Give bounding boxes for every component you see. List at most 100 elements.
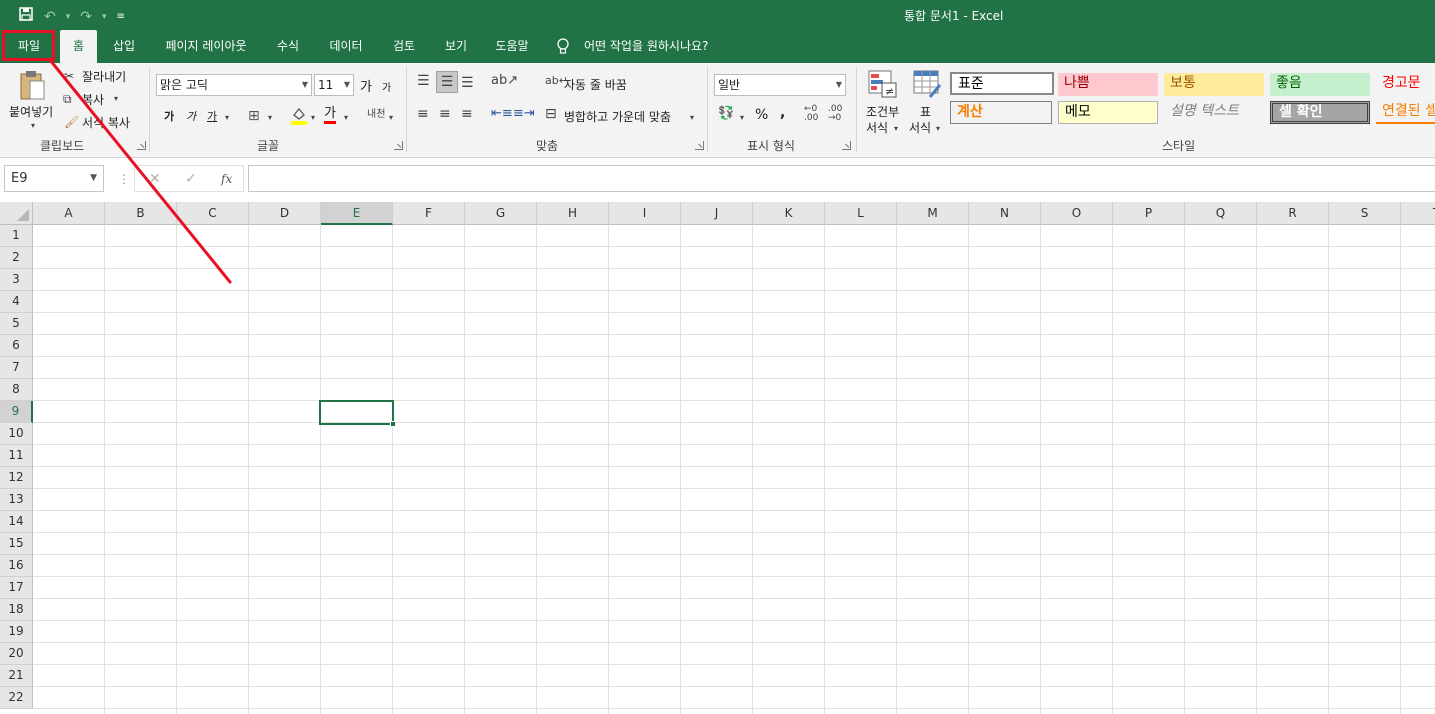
cell-grid[interactable]	[33, 225, 1435, 714]
tab-home[interactable]: 홈	[60, 30, 97, 63]
font-color-button[interactable]: 가	[324, 106, 336, 124]
format-as-table-dropdown-icon[interactable]: ▾	[936, 121, 940, 137]
column-header-f[interactable]: F	[393, 202, 465, 225]
merge-center-button[interactable]: 병합하고 가운데 맞춤	[564, 108, 671, 125]
row-header-22[interactable]: 22	[0, 687, 33, 709]
fill-color-dropdown-icon[interactable]: ▾	[311, 110, 315, 126]
cut-icon[interactable]: ✂	[64, 68, 74, 84]
format-painter-icon[interactable]: 🖌	[64, 114, 79, 130]
tab-insert[interactable]: 삽입	[104, 30, 144, 63]
insert-function-icon[interactable]: fx	[221, 171, 232, 187]
clipboard-launcher-icon[interactable]	[137, 141, 146, 150]
grow-font-button[interactable]: 가	[360, 76, 372, 95]
customize-qat-icon[interactable]: ≡	[117, 8, 125, 26]
row-header-9[interactable]: 9	[0, 401, 33, 423]
row-header-6[interactable]: 6	[0, 335, 33, 357]
fill-color-icon[interactable]	[290, 106, 308, 130]
conditional-formatting-label-bottom[interactable]: 서식	[866, 119, 888, 136]
row-header-14[interactable]: 14	[0, 511, 33, 533]
row-header-13[interactable]: 13	[0, 489, 33, 511]
conditional-formatting-icon[interactable]: ≠	[868, 69, 898, 103]
column-header-i[interactable]: I	[609, 202, 681, 225]
style-good[interactable]: 좋음	[1270, 73, 1370, 96]
decrease-indent-icon[interactable]: ⇤≡	[491, 106, 513, 122]
row-header-16[interactable]: 16	[0, 555, 33, 577]
style-explanatory[interactable]: 설명 텍스트	[1164, 101, 1264, 124]
align-top-icon[interactable]: ☰	[417, 73, 430, 89]
redo-dropdown-icon[interactable]: ▾	[102, 8, 107, 26]
style-normal[interactable]: 표준	[950, 72, 1054, 95]
column-header-l[interactable]: L	[825, 202, 897, 225]
number-format-select[interactable]: 일반 ▼	[714, 74, 846, 96]
column-header-r[interactable]: R	[1257, 202, 1329, 225]
format-as-table-label-bottom[interactable]: 서식	[909, 119, 931, 136]
align-bottom-icon[interactable]: ☰	[461, 75, 474, 91]
select-all-corner[interactable]	[0, 202, 33, 225]
style-bad[interactable]: 나쁨	[1058, 73, 1158, 96]
column-header-n[interactable]: N	[969, 202, 1041, 225]
italic-button[interactable]: 가	[186, 108, 196, 124]
active-cell-e9[interactable]	[319, 400, 394, 425]
row-header-15[interactable]: 15	[0, 533, 33, 555]
column-header-k[interactable]: K	[753, 202, 825, 225]
formula-input[interactable]	[248, 165, 1435, 192]
format-as-table-icon[interactable]	[912, 69, 942, 103]
column-header-a[interactable]: A	[33, 202, 105, 225]
row-header-10[interactable]: 10	[0, 423, 33, 445]
cut-button[interactable]: 잘라내기	[82, 68, 126, 85]
row-header-20[interactable]: 20	[0, 643, 33, 665]
currency-dropdown-icon[interactable]: ▾	[740, 110, 744, 126]
row-header-7[interactable]: 7	[0, 357, 33, 379]
font-launcher-icon[interactable]	[394, 141, 403, 150]
row-header-3[interactable]: 3	[0, 269, 33, 291]
style-warning[interactable]: 경고문	[1376, 73, 1435, 96]
undo-icon[interactable]: ↶	[44, 8, 56, 26]
copy-button[interactable]: 복사	[82, 91, 104, 108]
style-neutral[interactable]: 보통	[1164, 73, 1264, 96]
row-header-8[interactable]: 8	[0, 379, 33, 401]
copy-dropdown-icon[interactable]: ▾	[114, 91, 118, 107]
column-header-q[interactable]: Q	[1185, 202, 1257, 225]
style-linked-cell[interactable]: 연결된 셀	[1376, 101, 1435, 124]
paste-icon[interactable]	[18, 69, 48, 105]
tell-me-search[interactable]: 어떤 작업을 원하시나요?	[584, 30, 708, 63]
format-painter-button[interactable]: 서식 복사	[82, 114, 130, 131]
tab-page-layout[interactable]: 페이지 레이아웃	[156, 30, 256, 63]
border-icon[interactable]: ⊞	[248, 108, 260, 124]
align-left-icon[interactable]: ≡	[417, 106, 429, 122]
row-header-11[interactable]: 11	[0, 445, 33, 467]
enter-icon[interactable]: ✓	[185, 171, 197, 187]
row-header-19[interactable]: 19	[0, 621, 33, 643]
format-as-table-label-top[interactable]: 표	[920, 103, 931, 120]
phonetic-dropdown-icon[interactable]: ▾	[389, 110, 393, 126]
merge-center-icon[interactable]: ⊟	[545, 106, 557, 122]
column-header-p[interactable]: P	[1113, 202, 1185, 225]
row-header-1[interactable]: 1	[0, 225, 33, 247]
column-header-d[interactable]: D	[249, 202, 321, 225]
column-header-t[interactable]: T	[1401, 202, 1435, 225]
column-header-j[interactable]: J	[681, 202, 753, 225]
paste-dropdown-icon[interactable]: ▾	[31, 118, 35, 134]
cancel-icon[interactable]: ✕	[149, 171, 161, 187]
style-check-cell[interactable]: 셀 확인	[1270, 101, 1370, 124]
bold-button[interactable]: 가	[164, 108, 174, 124]
wrap-text-button[interactable]: 자동 줄 바꿈	[564, 76, 627, 93]
column-header-s[interactable]: S	[1329, 202, 1401, 225]
column-header-o[interactable]: O	[1041, 202, 1113, 225]
column-header-b[interactable]: B	[105, 202, 177, 225]
column-header-g[interactable]: G	[465, 202, 537, 225]
percent-button[interactable]: %	[755, 107, 768, 123]
comma-button[interactable]: ,	[780, 105, 785, 121]
column-header-c[interactable]: C	[177, 202, 249, 225]
decrease-decimal-icon[interactable]: .00 →0	[828, 105, 842, 123]
align-middle-icon[interactable]: ☰	[436, 71, 458, 93]
copy-icon[interactable]: ⧉	[63, 91, 72, 107]
row-header-4[interactable]: 4	[0, 291, 33, 313]
font-name-select[interactable]: 맑은 고딕 ▼	[156, 74, 312, 96]
align-center-icon[interactable]: ≡	[439, 106, 451, 122]
orientation-icon[interactable]: ab↗	[491, 73, 518, 89]
shrink-font-button[interactable]: 가	[382, 79, 391, 94]
underline-button[interactable]: 가	[207, 108, 217, 124]
increase-indent-icon[interactable]: ≡⇥	[513, 106, 535, 122]
conditional-formatting-label-top[interactable]: 조건부	[866, 103, 899, 120]
